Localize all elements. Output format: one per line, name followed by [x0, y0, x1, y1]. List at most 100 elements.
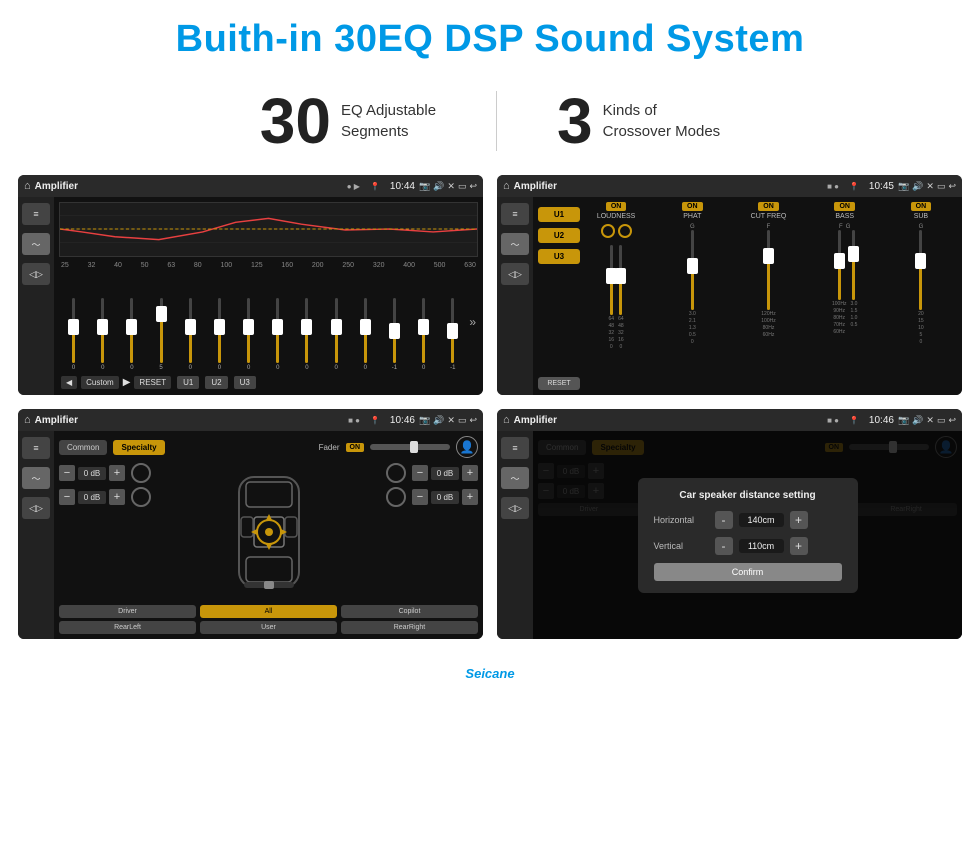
cx-u1-btn[interactable]: U1 [538, 207, 580, 222]
fader-on-badge[interactable]: ON [346, 443, 365, 452]
back-icon[interactable]: ↩ [469, 181, 477, 192]
vol-sidebar-icon-3[interactable]: ◁▷ [22, 497, 50, 519]
close-icon-2[interactable]: ✕ [926, 181, 934, 192]
eq-sidebar-icon-4[interactable]: ≡ [501, 437, 529, 459]
sp-all-btn[interactable]: All [200, 605, 337, 618]
cx-knob-1[interactable] [601, 224, 615, 238]
volume-icon: 🔊 [433, 181, 444, 192]
screen4-sidebar: ≡ 〜 ◁▷ [497, 431, 533, 639]
cx-phat: ON PHAT G 3.0 2.1 1.3 0.5 0 [656, 202, 728, 390]
left-bot-plus[interactable]: + [109, 489, 125, 505]
eq-slider-14[interactable]: -1 [440, 298, 465, 371]
eq-u2-btn[interactable]: U2 [205, 376, 227, 389]
eq-slider-13[interactable]: 0 [411, 298, 436, 371]
cx-sub-on[interactable]: ON [911, 202, 932, 211]
sp-driver-btn[interactable]: Driver [59, 605, 196, 618]
home-icon[interactable]: ⌂ [24, 180, 31, 192]
eq-slider-1[interactable]: 0 [61, 298, 86, 371]
sp-rearleft-btn[interactable]: RearLeft [59, 621, 196, 634]
close-icon[interactable]: ✕ [447, 181, 455, 192]
screen4-title: Amplifier [514, 415, 823, 426]
window-icon-2[interactable]: ▭ [937, 181, 946, 192]
right-top-plus[interactable]: + [462, 465, 478, 481]
screen1-body: ≡ 〜 ◁▷ [18, 197, 483, 395]
vol-sidebar-icon-2[interactable]: ◁▷ [501, 263, 529, 285]
cx-u3-btn[interactable]: U3 [538, 249, 580, 264]
eq-u3-btn[interactable]: U3 [234, 376, 256, 389]
eq-slider-11[interactable]: 0 [353, 298, 378, 371]
cx-reset-btn[interactable]: RESET [538, 377, 580, 390]
cx-phat-on[interactable]: ON [682, 202, 703, 211]
close-icon-4[interactable]: ✕ [926, 415, 934, 426]
vertical-minus-btn[interactable]: - [715, 537, 733, 555]
cx-cutfreq-on[interactable]: ON [758, 202, 779, 211]
vertical-row: Vertical - 110cm + [654, 537, 842, 555]
horizontal-plus-btn[interactable]: + [790, 511, 808, 529]
eq-preset-custom[interactable]: Custom [81, 376, 119, 389]
back-icon-2[interactable]: ↩ [948, 181, 956, 192]
eq-slider-4[interactable]: 5 [149, 298, 174, 371]
eq-slider-2[interactable]: 0 [90, 298, 115, 371]
cx-u2-btn[interactable]: U2 [538, 228, 580, 243]
left-top-plus[interactable]: + [109, 465, 125, 481]
left-bot-minus[interactable]: − [59, 489, 75, 505]
screen4-topbar-icons: 📷 🔊 ✕ ▭ ↩ [898, 415, 956, 426]
cx-knob-2[interactable] [618, 224, 632, 238]
eq-slider-6[interactable]: 0 [207, 298, 232, 371]
eq-slider-12[interactable]: -1 [382, 298, 407, 371]
home-icon-4[interactable]: ⌂ [503, 414, 510, 426]
eq-slider-8[interactable]: 0 [265, 298, 290, 371]
wave-sidebar-icon-2[interactable]: 〜 [501, 233, 529, 255]
window-icon-4[interactable]: ▭ [937, 415, 946, 426]
eq-prev-btn[interactable]: ◀ [61, 376, 77, 389]
fader-label: Fader [319, 443, 340, 452]
window-icon[interactable]: ▭ [458, 181, 467, 192]
sp-rearright-btn[interactable]: RearRight [341, 621, 478, 634]
eq-u1-btn[interactable]: U1 [177, 376, 199, 389]
eq-slider-10[interactable]: 0 [324, 298, 349, 371]
vol-sidebar-icon-4[interactable]: ◁▷ [501, 497, 529, 519]
eq-reset-btn[interactable]: RESET [134, 376, 171, 389]
screen1-sidebar: ≡ 〜 ◁▷ [18, 197, 54, 395]
sp-tab-common[interactable]: Common [59, 440, 107, 455]
back-icon-4[interactable]: ↩ [948, 415, 956, 426]
wave-sidebar-icon[interactable]: 〜 [22, 233, 50, 255]
horizontal-minus-btn[interactable]: - [715, 511, 733, 529]
sp-copilot-btn[interactable]: Copilot [341, 605, 478, 618]
fader-track[interactable] [370, 444, 450, 450]
eq-sidebar-icon-2[interactable]: ≡ [501, 203, 529, 225]
cx-bass-on[interactable]: ON [834, 202, 855, 211]
right-top-minus[interactable]: − [412, 465, 428, 481]
screenshots-grid: ⌂ Amplifier ● ▶ 📍 10:44 📷 🔊 ✕ ▭ ↩ ≡ 〜 ◁▷ [0, 175, 980, 659]
right-bot-plus[interactable]: + [462, 489, 478, 505]
sp-user-btn[interactable]: User [200, 621, 337, 634]
eq-slider-5[interactable]: 0 [178, 298, 203, 371]
eq-sidebar-icon[interactable]: ≡ [22, 203, 50, 225]
screen2-topbar: ⌂ Amplifier ■ ● 📍 10:45 📷 🔊 ✕ ▭ ↩ [497, 175, 962, 197]
confirm-btn[interactable]: Confirm [654, 563, 842, 581]
more-icon[interactable]: » [469, 315, 476, 329]
vol-sidebar-icon[interactable]: ◁▷ [22, 263, 50, 285]
stats-bar: 30 EQ Adjustable Segments 3 Kinds of Cro… [0, 71, 980, 175]
eq-slider-3[interactable]: 0 [119, 298, 144, 371]
eq-slider-9[interactable]: 0 [294, 298, 319, 371]
back-icon-3[interactable]: ↩ [469, 415, 477, 426]
left-bot-val: 0 dB [78, 491, 106, 504]
vertical-plus-btn[interactable]: + [790, 537, 808, 555]
dot-icon-3: ■ ● [348, 416, 360, 425]
wave-sidebar-icon-4[interactable]: 〜 [501, 467, 529, 489]
watermark: Seicane [0, 659, 980, 687]
window-icon-3[interactable]: ▭ [458, 415, 467, 426]
home-icon-3[interactable]: ⌂ [24, 414, 31, 426]
close-icon-3[interactable]: ✕ [447, 415, 455, 426]
eq-slider-7[interactable]: 0 [236, 298, 261, 371]
crossover-channels: ON LOUDNESS 64 [580, 202, 957, 390]
wave-sidebar-icon-3[interactable]: 〜 [22, 467, 50, 489]
sp-tab-specialty[interactable]: Specialty [113, 440, 164, 455]
cx-loudness-on[interactable]: ON [606, 202, 627, 211]
left-top-minus[interactable]: − [59, 465, 75, 481]
home-icon-2[interactable]: ⌂ [503, 180, 510, 192]
right-bot-minus[interactable]: − [412, 489, 428, 505]
eq-play-btn[interactable]: ▶ [123, 377, 131, 388]
eq-sidebar-icon-3[interactable]: ≡ [22, 437, 50, 459]
